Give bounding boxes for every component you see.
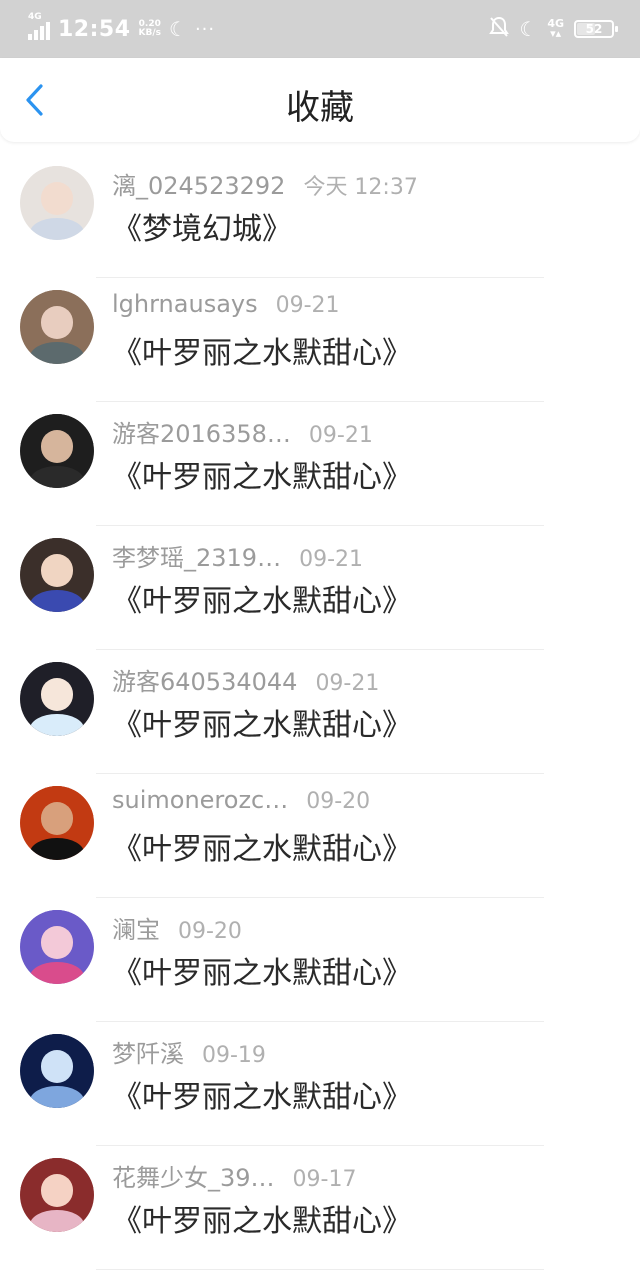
favorite-date: 09-20	[306, 789, 371, 814]
vibrate-off-icon	[489, 16, 510, 42]
list-item[interactable]: 游客640534044 09-21 《叶罗丽之水默甜心》	[0, 650, 640, 774]
username[interactable]: 游客2016358…	[112, 414, 291, 449]
favorite-date: 09-21	[315, 671, 380, 696]
book-title[interactable]: 《叶罗丽之水默甜心》	[112, 328, 412, 372]
book-title[interactable]: 《叶罗丽之水默甜心》	[112, 700, 412, 744]
moon-icon: ☾	[169, 17, 187, 41]
username[interactable]: 梦阡溪	[112, 1034, 184, 1069]
item-meta: 李梦瑶_2319… 09-21	[112, 538, 363, 573]
more-dots-icon: ···	[194, 18, 216, 40]
favorite-date: 今天 12:37	[303, 175, 418, 200]
username[interactable]: 漓_024523292	[112, 166, 285, 201]
book-title[interactable]: 《叶罗丽之水默甜心》	[112, 576, 412, 620]
favorite-date: 09-21	[299, 547, 364, 572]
avatar[interactable]	[20, 910, 94, 984]
item-meta: 游客2016358… 09-21	[112, 414, 373, 449]
item-meta: suimonerozc… 09-20	[112, 786, 370, 814]
favorite-date: 09-21	[308, 423, 373, 448]
item-meta: 花舞少女_39… 09-17	[112, 1158, 356, 1193]
list-item[interactable]: 澜宝 09-20 《叶罗丽之水默甜心》	[0, 898, 640, 1022]
page-title: 收藏	[286, 88, 354, 128]
username[interactable]: 游客640534044	[112, 662, 297, 697]
avatar[interactable]	[20, 1158, 94, 1232]
book-title[interactable]: 《叶罗丽之水默甜心》	[112, 948, 412, 992]
network-speed: 0.20 KB/s	[139, 20, 161, 38]
favorites-list: 漓_024523292 今天 12:37 《梦境幻城》 lghrnausays 09-2…	[0, 154, 640, 1270]
list-item[interactable]: suimonerozc… 09-20 《叶罗丽之水默甜心》	[0, 774, 640, 898]
signal-icon: 4G	[28, 12, 50, 40]
list-item[interactable]: 梦阡溪 09-19 《叶罗丽之水默甜心》	[0, 1022, 640, 1146]
list-item[interactable]: 花舞少女_39… 09-17 《叶罗丽之水默甜心》	[0, 1146, 640, 1270]
avatar[interactable]	[20, 290, 94, 364]
book-title[interactable]: 《梦境幻城》	[112, 204, 292, 248]
moon-icon: ☾	[519, 17, 538, 41]
status-bar: 4G 12:54 0.20 KB/s ☾ ··· ☾ 4G ▾▴ 52	[0, 0, 640, 58]
item-meta: 漓_024523292 今天 12:37	[112, 166, 418, 201]
avatar[interactable]	[20, 414, 94, 488]
username[interactable]: lghrnausays	[112, 290, 258, 318]
username[interactable]: 花舞少女_39…	[112, 1158, 275, 1193]
list-item[interactable]: lghrnausays 09-21 《叶罗丽之水默甜心》	[0, 278, 640, 402]
item-meta: lghrnausays 09-21	[112, 290, 340, 318]
avatar[interactable]	[20, 662, 94, 736]
book-title[interactable]: 《叶罗丽之水默甜心》	[112, 824, 412, 868]
favorite-date: 09-17	[292, 1167, 357, 1192]
header-bar: 收藏	[0, 58, 640, 142]
battery-icon: 52	[574, 20, 618, 38]
favorite-date: 09-21	[275, 293, 340, 318]
battery-level: 52	[585, 22, 603, 36]
avatar[interactable]	[20, 166, 94, 240]
item-meta: 梦阡溪 09-19	[112, 1034, 266, 1069]
network-speed-unit: KB/s	[138, 28, 162, 38]
avatar[interactable]	[20, 1034, 94, 1108]
avatar[interactable]	[20, 538, 94, 612]
book-title[interactable]: 《叶罗丽之水默甜心》	[112, 1196, 412, 1240]
item-meta: 游客640534044 09-21	[112, 662, 379, 697]
favorite-date: 09-19	[202, 1043, 266, 1068]
network-type-label: 4G	[28, 12, 42, 22]
signal-4g-icon: 4G ▾▴	[547, 17, 564, 40]
book-title[interactable]: 《叶罗丽之水默甜心》	[112, 452, 412, 496]
username[interactable]: suimonerozc…	[112, 786, 288, 814]
divider	[96, 1269, 544, 1270]
username[interactable]: 李梦瑶_2319…	[112, 538, 281, 573]
book-title[interactable]: 《叶罗丽之水默甜心》	[112, 1072, 412, 1116]
username[interactable]: 澜宝	[112, 910, 160, 945]
list-item[interactable]: 游客2016358… 09-21 《叶罗丽之水默甜心》	[0, 402, 640, 526]
list-item[interactable]: 李梦瑶_2319… 09-21 《叶罗丽之水默甜心》	[0, 526, 640, 650]
list-item[interactable]: 漓_024523292 今天 12:37 《梦境幻城》	[0, 154, 640, 278]
favorite-date: 09-20	[178, 919, 242, 944]
item-meta: 澜宝 09-20	[112, 910, 242, 945]
clock: 12:54	[58, 16, 131, 42]
avatar[interactable]	[20, 786, 94, 860]
